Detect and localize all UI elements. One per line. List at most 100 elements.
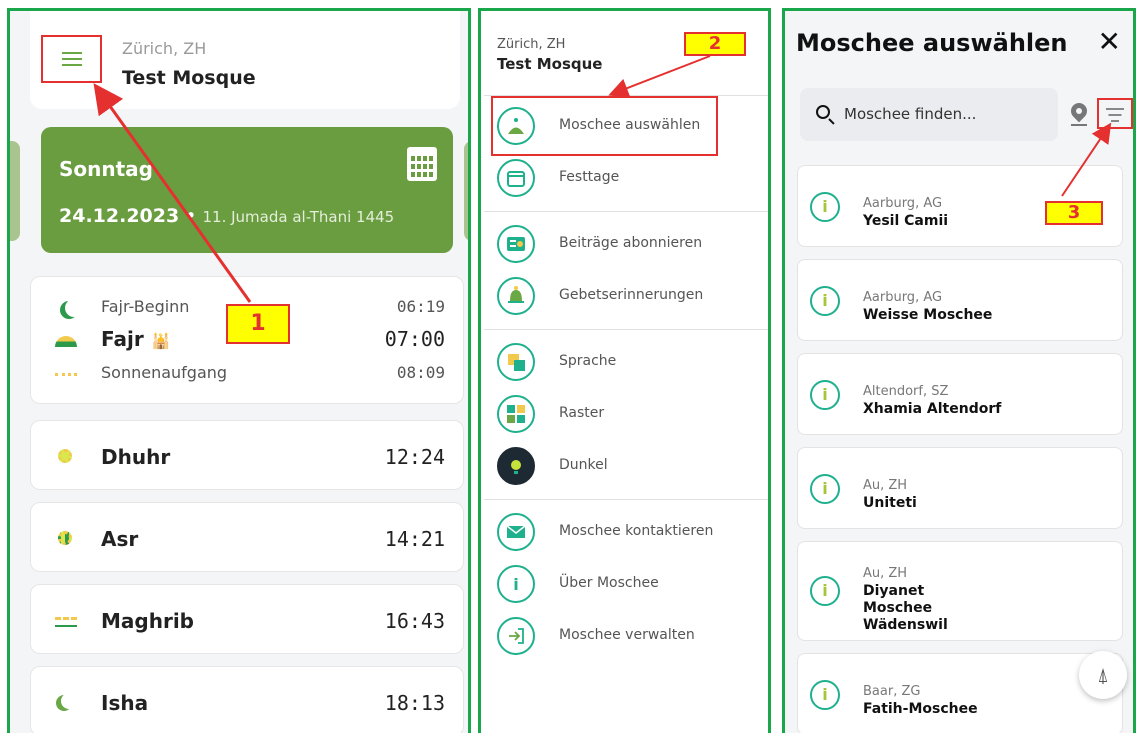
menu-item-grid[interactable]: Raster [497, 395, 757, 439]
city-label: Zürich, ZH [122, 39, 207, 58]
prayer-row: Isha 18:13 [31, 687, 463, 717]
language-icon [497, 343, 535, 381]
location-icon[interactable] [1067, 99, 1091, 123]
menu-item-label: Gebetserinnerungen [559, 287, 704, 303]
prayer-card-asr[interactable]: Asr 14:21 [30, 502, 464, 572]
date-card[interactable]: Sonntag 24.12.2023 • 11. Jumada al-Thani… [41, 127, 453, 253]
mosque-list-item[interactable]: i Baar, ZG Fatih-Moschee [797, 653, 1123, 733]
menu-item-label: Raster [559, 405, 605, 421]
menu-item-label: Beiträge abonnieren [559, 235, 703, 251]
person-pin-icon: ⍋ [1097, 663, 1109, 687]
sun-icon [55, 447, 75, 465]
prayer-card-maghrib[interactable]: Maghrib 16:43 [30, 584, 464, 654]
menu-item-label: Moschee kontaktieren [559, 523, 714, 539]
menu-item-contact[interactable]: Moschee kontaktieren [497, 513, 757, 557]
menu-button[interactable] [41, 35, 102, 83]
menu-item-dark-mode[interactable]: Dunkel [497, 447, 757, 491]
date-separator: • [179, 205, 203, 227]
prayer-name: Fajr-Beginn [101, 297, 190, 316]
dark-mode-icon [497, 447, 535, 485]
menu-item-label: Festtage [559, 169, 620, 185]
prayer-time: 12:24 [384, 445, 445, 469]
highlight-box [491, 96, 718, 156]
prayer-name: Isha [101, 691, 149, 715]
info-icon[interactable]: i [810, 286, 840, 316]
prev-day-stub[interactable] [10, 141, 20, 241]
prayer-row: Maghrib 16:43 [31, 605, 463, 635]
menu-item-reminders[interactable]: Gebetserinnerungen [497, 277, 757, 321]
header-card: Zürich, ZH Test Mosque [30, 11, 460, 109]
next-day-stub[interactable] [464, 141, 468, 241]
prayer-card-isha[interactable]: Isha 18:13 [30, 666, 464, 733]
prayer-name: Dhuhr [101, 445, 171, 469]
page-title: Moschee auswählen [796, 29, 1068, 57]
mosque-name: Test Mosque [497, 55, 603, 73]
filter-icon [1106, 108, 1124, 110]
select-mosque-screen: Moschee auswählen ✕ Moschee finden... i … [782, 8, 1136, 733]
crescent-icon [55, 693, 75, 711]
callout-2: 2 [684, 32, 746, 56]
mosque-list-item[interactable]: i Au, ZH Diyanet Moschee Wädenswil [797, 541, 1123, 641]
menu-item-manage[interactable]: Moschee verwalten [497, 617, 757, 661]
info-icon[interactable]: i [810, 192, 840, 222]
prayer-time: 06:19 [396, 297, 445, 316]
info-icon: i [497, 565, 535, 603]
mosque-name: Yesil Camii [863, 213, 949, 229]
mosque-location: Aarburg, AG [863, 290, 943, 305]
weekday: Sonntag [59, 157, 153, 181]
divider [484, 329, 768, 330]
city-label: Zürich, ZH [497, 37, 566, 52]
mosque-name: Diyanet Moschee Wädenswil [863, 583, 948, 633]
prayer-time: 07:00 [384, 327, 445, 351]
menu-item-language[interactable]: Sprache [497, 343, 757, 387]
menu-item-label: Über Moschee [559, 575, 659, 591]
mosque-list-item[interactable]: i Aarburg, AG Weisse Moschee [797, 259, 1123, 341]
prayer-row: Dhuhr 12:24 [31, 441, 463, 471]
prayer-row: Asr 14:21 [31, 523, 463, 553]
menu-item-label: Dunkel [559, 457, 608, 473]
callout-3: 3 [1045, 201, 1103, 225]
calendar-icon[interactable] [407, 147, 437, 181]
prayer-name: Fajr 🕌 [101, 327, 171, 351]
info-icon[interactable]: i [810, 680, 840, 710]
half-sun-icon [55, 529, 75, 547]
info-icon[interactable]: i [810, 576, 840, 606]
menu-item-label: Moschee verwalten [559, 627, 695, 643]
prayer-time: 08:09 [396, 363, 445, 382]
prayer-row: Sonnenaufgang 08:09 [31, 359, 463, 389]
mosque-name: Test Mosque [122, 67, 256, 89]
info-icon[interactable]: i [810, 380, 840, 410]
prayer-name: Asr [101, 527, 139, 551]
mosque-location: Baar, ZG [863, 684, 921, 699]
login-icon [497, 617, 535, 655]
sunrise-icon [55, 365, 77, 383]
prayer-times-screen: Zürich, ZH Test Mosque Sonntag 24.12.202… [7, 8, 471, 733]
mosque-name: Uniteti [863, 495, 917, 511]
close-icon[interactable]: ✕ [1098, 27, 1121, 57]
mosque-name: Xhamia Altendorf [863, 401, 1002, 417]
search-icon [816, 105, 830, 119]
grid-icon [497, 395, 535, 433]
menu-item-subscribe[interactable]: Beiträge abonnieren [497, 225, 757, 269]
filter-button[interactable] [1097, 98, 1133, 129]
location-icon-base [1071, 124, 1087, 126]
moon-icon [55, 299, 75, 317]
mosque-location: Au, ZH [863, 566, 908, 581]
prayer-card-dhuhr[interactable]: Dhuhr 12:24 [30, 420, 464, 490]
menu-item-holidays[interactable]: Festtage [497, 159, 757, 203]
search-input[interactable]: Moschee finden... [800, 88, 1058, 141]
mosque-list-item[interactable]: i Au, ZH Uniteti [797, 447, 1123, 529]
mosque-name: Fatih-Moschee [863, 701, 978, 717]
bell-icon [497, 277, 535, 315]
sunset-icon [55, 611, 77, 629]
mosque-list-item[interactable]: i Altendorf, SZ Xhamia Altendorf [797, 353, 1123, 435]
menu-item-about[interactable]: i Über Moschee [497, 565, 757, 609]
mosque-icon: 🕌 [151, 332, 171, 350]
mail-icon [497, 513, 535, 551]
mosque-location: Altendorf, SZ [863, 384, 949, 399]
info-icon[interactable]: i [810, 474, 840, 504]
date-line: 24.12.2023 • 11. Jumada al-Thani 1445 [59, 205, 394, 227]
nearby-button[interactable]: ⍋ [1079, 651, 1127, 699]
mosque-name: Weisse Moschee [863, 307, 993, 323]
dawn-icon [55, 329, 77, 347]
